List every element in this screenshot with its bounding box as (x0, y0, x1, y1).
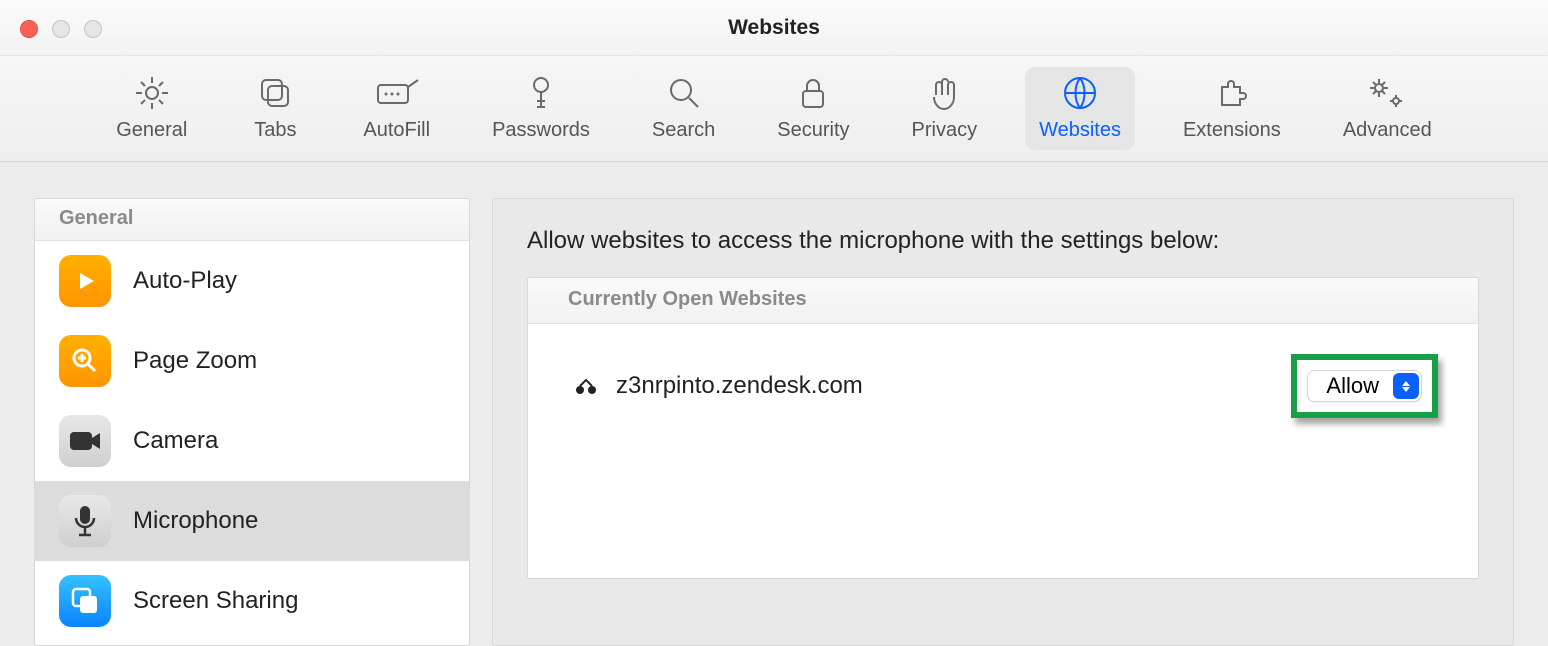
tab-websites[interactable]: Websites (1025, 67, 1135, 150)
tab-label: General (116, 119, 187, 142)
preferences-toolbar: General Tabs AutoFill Passwords Search (0, 56, 1548, 162)
tab-label: AutoFill (363, 119, 430, 142)
sidebar-section-header: General (35, 199, 469, 241)
tab-general[interactable]: General (102, 67, 201, 150)
tabs-icon (255, 73, 295, 113)
content-area: General Auto-Play Page Zoom Camera Micro… (0, 162, 1548, 646)
tab-passwords[interactable]: Passwords (478, 67, 604, 150)
sidebar-item-label: Page Zoom (133, 347, 257, 375)
tab-label: Websites (1039, 119, 1121, 142)
tab-search[interactable]: Search (638, 67, 729, 150)
sidebar-item-label: Microphone (133, 507, 258, 535)
tab-label: Extensions (1183, 119, 1281, 142)
sidebar-item-camera[interactable]: Camera (35, 401, 469, 481)
puzzle-icon (1212, 73, 1252, 113)
gears-icon (1364, 73, 1410, 113)
autofill-icon (374, 73, 420, 113)
lock-icon (793, 73, 833, 113)
annotation-highlight: Allow (1291, 354, 1438, 418)
table-header: Currently Open Websites (528, 278, 1478, 324)
key-icon (521, 73, 561, 113)
tab-label: Advanced (1343, 119, 1432, 142)
maximize-button[interactable] (84, 20, 102, 38)
tab-advanced[interactable]: Advanced (1329, 67, 1446, 150)
search-icon (664, 73, 704, 113)
site-favicon-icon (574, 374, 598, 398)
close-button[interactable] (20, 20, 38, 38)
globe-icon (1060, 73, 1100, 113)
tab-security[interactable]: Security (763, 67, 863, 150)
sidebar-item-pagezoom[interactable]: Page Zoom (35, 321, 469, 401)
sidebar-item-label: Auto-Play (133, 267, 237, 295)
sidebar-item-autoplay[interactable]: Auto-Play (35, 241, 469, 321)
minimize-button[interactable] (52, 20, 70, 38)
tab-label: Tabs (254, 119, 296, 142)
main-panel: Allow websites to access the microphone … (492, 198, 1514, 646)
camera-icon (59, 415, 111, 467)
tab-label: Passwords (492, 119, 590, 142)
screensharing-icon (59, 575, 111, 627)
tab-extensions[interactable]: Extensions (1169, 67, 1295, 150)
tab-label: Security (777, 119, 849, 142)
tab-privacy[interactable]: Privacy (898, 67, 992, 150)
sidebar-item-label: Screen Sharing (133, 587, 298, 615)
tab-label: Privacy (912, 119, 978, 142)
play-icon (59, 255, 111, 307)
sidebar: General Auto-Play Page Zoom Camera Micro… (34, 198, 470, 646)
window-title: Websites (0, 16, 1548, 40)
panel-heading: Allow websites to access the microphone … (527, 227, 1479, 255)
titlebar: Websites (0, 0, 1548, 56)
sidebar-item-screensharing[interactable]: Screen Sharing (35, 561, 469, 641)
tab-label: Search (652, 119, 715, 142)
table-row[interactable]: z3nrpinto.zendesk.com Allow (528, 324, 1478, 578)
row-site: z3nrpinto.zendesk.com (574, 372, 863, 400)
tab-tabs[interactable]: Tabs (235, 67, 315, 150)
window-controls (20, 20, 102, 38)
site-domain: z3nrpinto.zendesk.com (616, 372, 863, 400)
microphone-icon (59, 495, 111, 547)
permission-value: Allow (1326, 373, 1379, 399)
sidebar-item-label: Camera (133, 427, 218, 455)
websites-table: Currently Open Websites z3nrpinto.zendes… (527, 277, 1479, 579)
tab-autofill[interactable]: AutoFill (349, 67, 444, 150)
permission-select[interactable]: Allow (1307, 370, 1422, 402)
sidebar-item-microphone[interactable]: Microphone (35, 481, 469, 561)
chevron-updown-icon (1393, 373, 1419, 399)
gear-icon (132, 73, 172, 113)
zoom-icon (59, 335, 111, 387)
hand-icon (924, 73, 964, 113)
